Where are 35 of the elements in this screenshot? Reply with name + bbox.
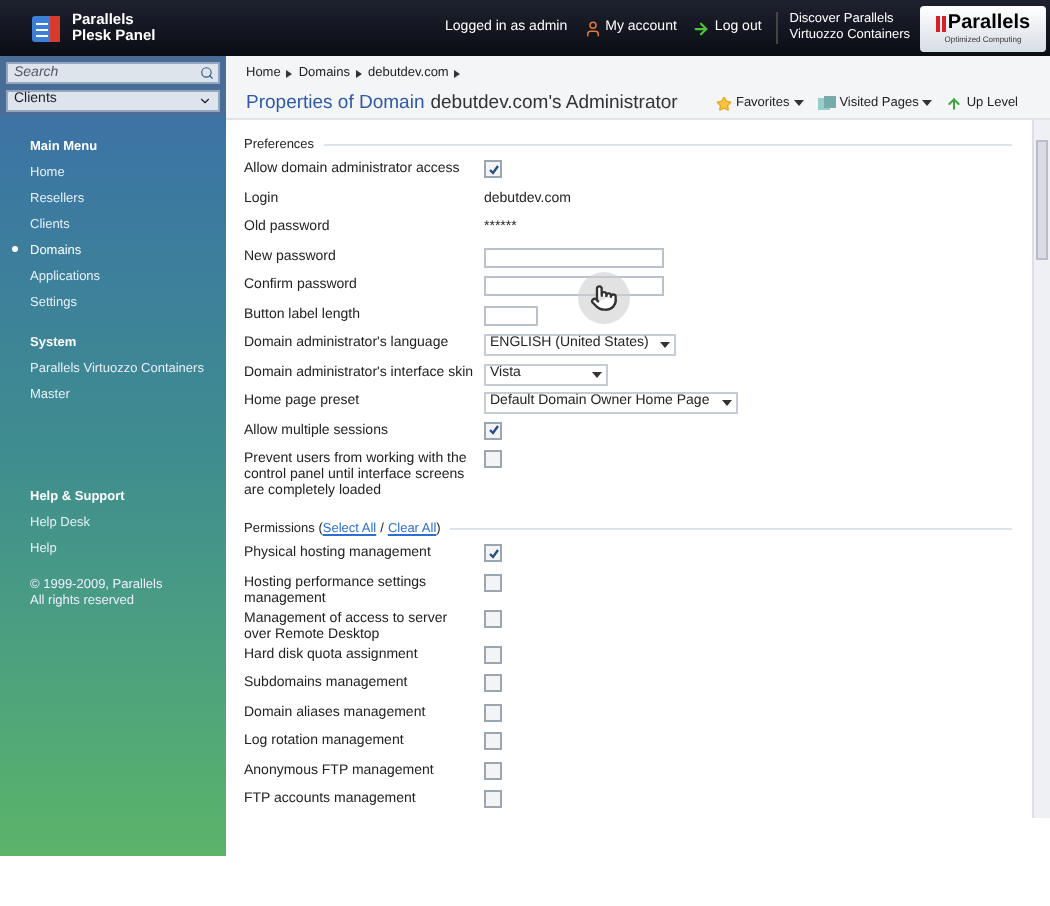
- hand-cursor-icon: [590, 284, 618, 312]
- checkmark-icon: [487, 163, 499, 175]
- input-field[interactable]: [484, 247, 664, 267]
- arrow-up-icon: [946, 95, 963, 112]
- checkbox[interactable]: [484, 160, 502, 178]
- breadcrumb-arrow-icon: [454, 69, 461, 78]
- checkbox[interactable]: [484, 703, 502, 721]
- dropdown-arrow-icon: [592, 371, 602, 377]
- dropdown-arrow-icon: [660, 342, 671, 348]
- pages-icon: [817, 95, 836, 112]
- breadcrumb-arrow-icon: [356, 69, 362, 78]
- input-field[interactable]: [484, 305, 538, 325]
- breadcrumb-arrow-icon: [286, 69, 293, 78]
- app-logo-icon: [32, 15, 60, 41]
- star-icon: [715, 95, 732, 112]
- checkbox[interactable]: [484, 450, 502, 468]
- checkbox[interactable]: [484, 761, 502, 779]
- arrow-right-icon: [692, 19, 711, 37]
- checkbox[interactable]: [484, 645, 502, 663]
- checkbox[interactable]: [484, 609, 502, 627]
- checkbox[interactable]: [484, 732, 502, 750]
- search-icon: [200, 66, 214, 80]
- page-title-subject: debutdev.com's Administrator: [430, 89, 678, 118]
- user-icon: [583, 19, 602, 37]
- checkmark-icon: [487, 547, 499, 559]
- dropdown-arrow-icon: [721, 400, 732, 406]
- checkbox[interactable]: [484, 790, 502, 808]
- checkbox[interactable]: [484, 421, 502, 439]
- dropdown-arrow-icon: [793, 100, 804, 107]
- dropdown-arrow-icon: [922, 100, 933, 107]
- checkbox[interactable]: [484, 544, 502, 562]
- checkmark-icon: [487, 424, 499, 436]
- page-title: Properties of Domain: [246, 89, 425, 118]
- checkbox[interactable]: [484, 674, 502, 692]
- checkbox[interactable]: [484, 573, 502, 591]
